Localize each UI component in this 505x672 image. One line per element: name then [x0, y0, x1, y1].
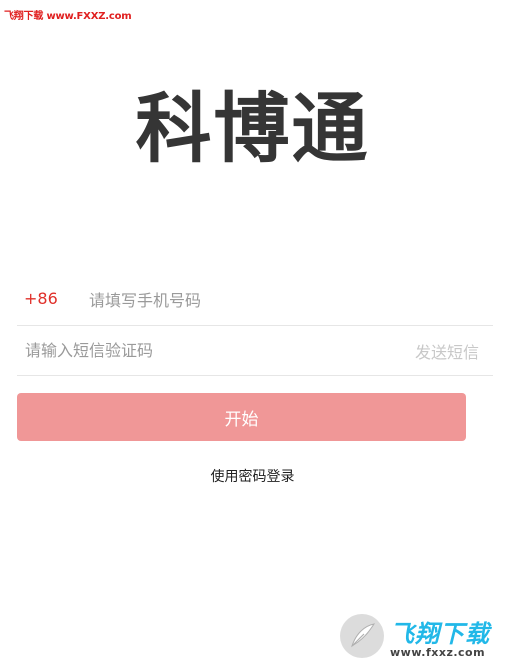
phone-input[interactable]	[89, 287, 479, 313]
country-code[interactable]: +86	[24, 289, 58, 308]
app-title: 科博通	[135, 84, 370, 173]
password-login-link[interactable]: 使用密码登录	[0, 466, 505, 486]
sms-code-input[interactable]	[25, 337, 385, 363]
start-button[interactable]: 开始	[17, 393, 466, 441]
sms-code-row: 发送短信	[17, 325, 493, 376]
watermark-brand-text: 飞翔下载	[390, 620, 490, 648]
phone-row: +86	[17, 275, 493, 326]
feather-emblem-icon	[340, 614, 384, 658]
send-sms-button[interactable]: 发送短信	[415, 339, 479, 363]
watermark-logo: 飞翔下载 www.fxxz.com	[338, 612, 498, 662]
watermark-url-text: www.fxxz.com	[390, 646, 486, 659]
watermark-top-text: 飞翔下载 www.FXXZ.com	[4, 11, 132, 22]
